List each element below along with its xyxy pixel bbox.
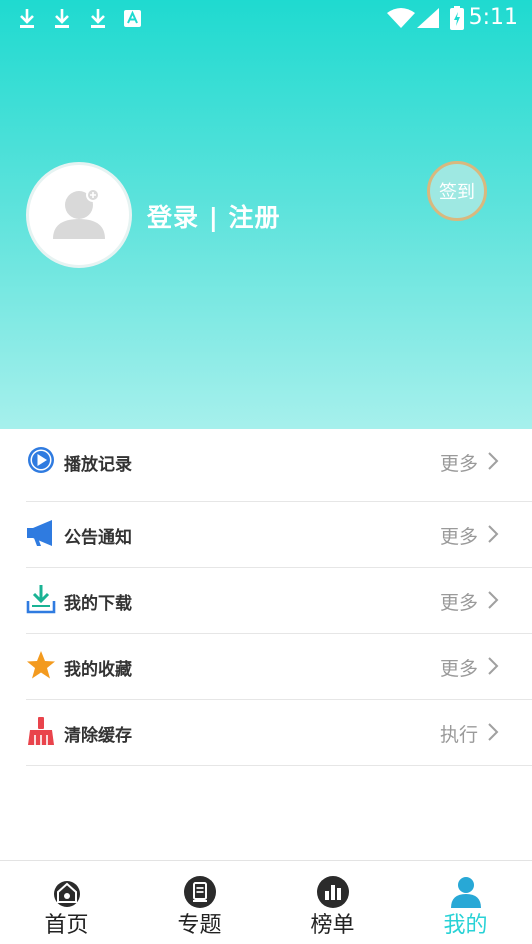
download-icon	[20, 9, 34, 28]
menu-item-label: 清除缓存	[64, 726, 132, 746]
profile-header: 5:11 登录 | 注册 签到	[0, 0, 532, 429]
download-icon	[55, 9, 69, 28]
menu-item-label: 播放记录	[64, 455, 132, 475]
wifi-icon	[387, 8, 415, 28]
broom-icon	[28, 717, 54, 745]
nav-tab-label: 榜单	[310, 913, 355, 938]
menu-item-clear-cache[interactable]: 清除缓存 执行	[26, 700, 532, 766]
download-icon	[91, 9, 105, 28]
a-notification-icon	[124, 10, 141, 27]
chevron-right-icon	[488, 657, 499, 675]
chart-icon	[316, 876, 349, 908]
play-circle-icon	[28, 447, 54, 473]
login-register-link[interactable]: 登录 | 注册	[147, 198, 281, 234]
menu-item-action[interactable]: 执行	[440, 720, 478, 747]
status-bar: 5:11	[0, 0, 532, 38]
default-avatar-icon	[53, 188, 105, 239]
menu-item-action[interactable]: 更多	[440, 654, 478, 681]
user-icon	[450, 877, 481, 908]
nav-tab-mine[interactable]: 我的	[399, 861, 532, 944]
download-tray-icon	[26, 585, 56, 614]
menu-item-my-downloads[interactable]: 我的下载 更多	[26, 568, 532, 634]
chevron-right-icon	[488, 591, 499, 609]
star-icon	[27, 651, 55, 679]
menu-item-my-favorites[interactable]: 我的收藏 更多	[26, 634, 532, 700]
menu-item-label: 我的下载	[64, 594, 132, 614]
chevron-right-icon	[488, 723, 499, 741]
nav-tab-label: 专题	[177, 913, 222, 938]
menu-item-action[interactable]: 更多	[440, 449, 478, 476]
nav-tab-home[interactable]: 首页	[0, 861, 133, 944]
avatar[interactable]	[26, 162, 132, 268]
battery-icon	[450, 6, 464, 30]
signin-button[interactable]: 签到	[427, 161, 487, 221]
menu-item-announcements[interactable]: 公告通知 更多	[26, 502, 532, 568]
nav-tab-label: 我的	[443, 913, 488, 938]
topic-icon	[183, 876, 216, 908]
nav-tab-topics[interactable]: 专题	[133, 861, 266, 944]
menu-item-label: 我的收藏	[64, 660, 132, 680]
menu-item-action[interactable]: 更多	[440, 588, 478, 615]
nav-tab-rankings[interactable]: 榜单	[266, 861, 399, 944]
home-icon	[53, 881, 80, 907]
bottom-nav: 首页 专题 榜单 我的	[0, 860, 532, 944]
menu-item-action[interactable]: 更多	[440, 522, 478, 549]
megaphone-icon	[27, 520, 52, 546]
menu-item-play-history[interactable]: 播放记录 更多	[26, 429, 532, 502]
signal-icon	[417, 8, 439, 28]
status-time: 5:11	[468, 5, 518, 30]
menu-item-label: 公告通知	[64, 528, 132, 548]
chevron-right-icon	[488, 525, 499, 543]
nav-tab-label: 首页	[44, 913, 89, 938]
chevron-right-icon	[488, 452, 499, 470]
